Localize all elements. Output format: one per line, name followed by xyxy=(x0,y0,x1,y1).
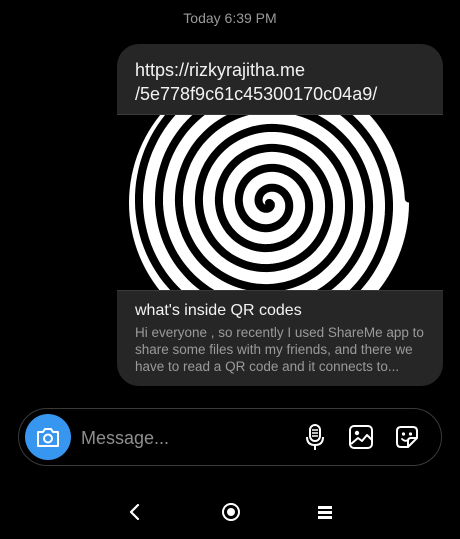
camera-button[interactable] xyxy=(25,414,71,460)
sticker-icon xyxy=(396,426,418,448)
recent-apps-button[interactable] xyxy=(313,500,337,524)
sticker-button[interactable] xyxy=(393,423,421,451)
system-navigation-bar xyxy=(0,492,460,532)
camera-icon xyxy=(37,428,59,447)
link-preview-title[interactable]: what's inside QR codes xyxy=(135,302,302,320)
message-timestamp: Today 6:39 PM xyxy=(183,10,277,26)
link-preview-image[interactable] xyxy=(117,115,443,290)
back-icon xyxy=(129,503,140,521)
microphone-icon xyxy=(306,424,324,450)
microphone-button[interactable] xyxy=(301,423,329,451)
spiral-image xyxy=(117,115,443,290)
home-button[interactable] xyxy=(219,500,243,524)
back-button[interactable] xyxy=(123,500,147,524)
gallery-button[interactable] xyxy=(347,423,375,451)
link-url[interactable]: https://rizkyrajitha.me /5e778f9c61c4530… xyxy=(135,58,435,106)
link-message-bubble[interactable]: https://rizkyrajitha.me /5e778f9c61c4530… xyxy=(117,44,443,386)
message-input[interactable] xyxy=(79,422,283,454)
divider xyxy=(117,290,443,291)
image-icon xyxy=(349,425,373,449)
message-composer xyxy=(18,408,442,466)
recent-apps-icon xyxy=(318,506,332,519)
link-preview-description: Hi everyone , so recently I used ShareMe… xyxy=(135,325,424,374)
home-icon xyxy=(222,503,240,521)
